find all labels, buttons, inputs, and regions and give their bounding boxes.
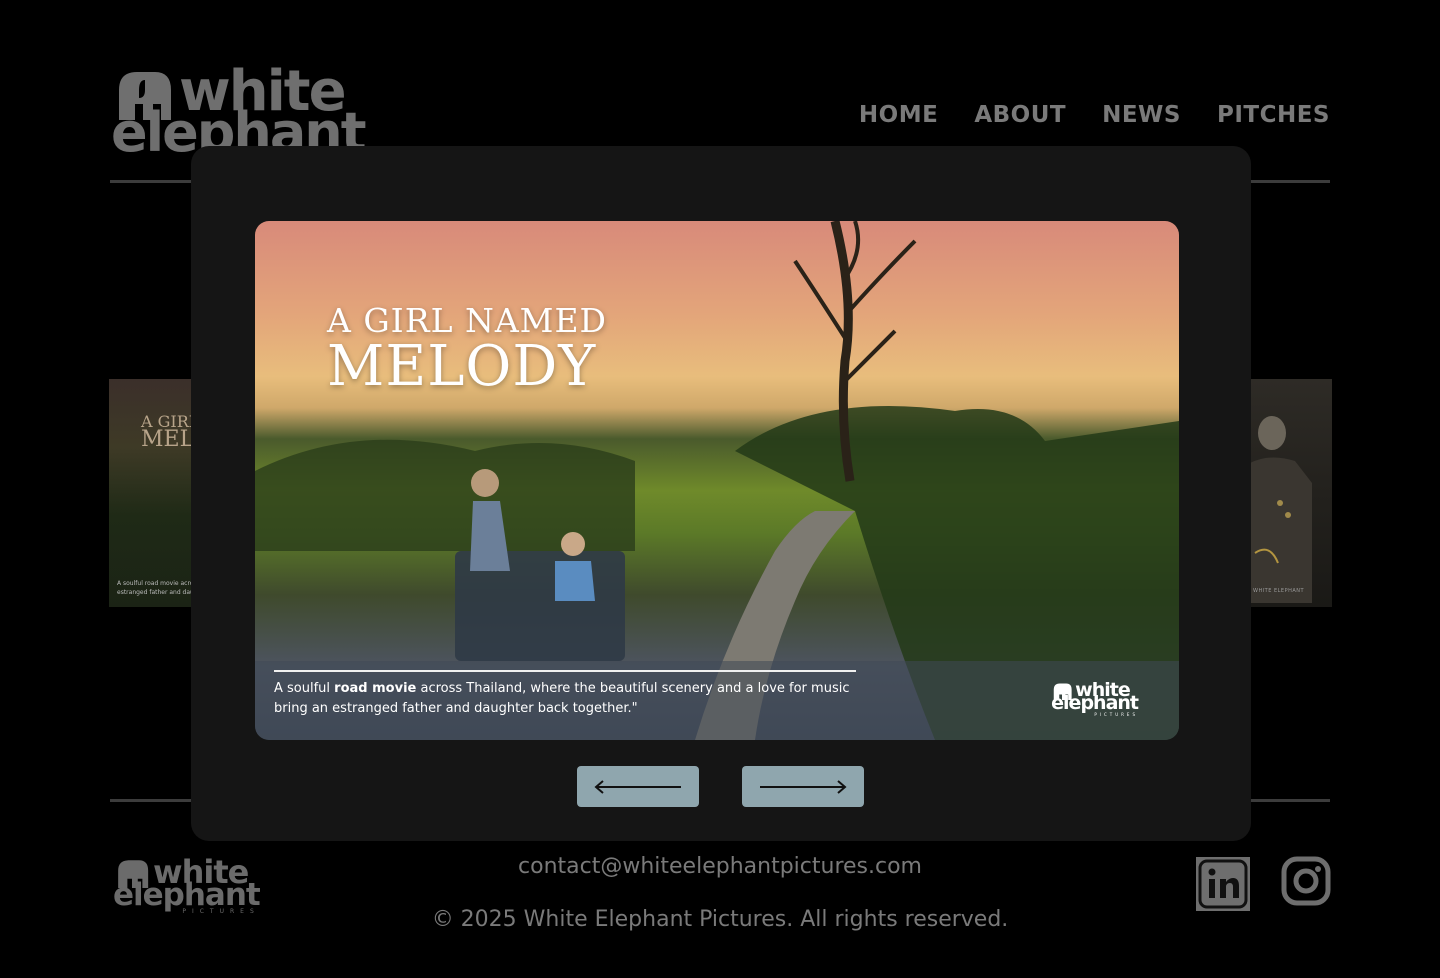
card-caption: WHITE ELEPHANT [1253, 588, 1305, 594]
carousel-card-left[interactable]: A GIRL MEL A soulful road movie acros es… [109, 379, 191, 607]
slide-caption: A soulful road movie across Thailand, wh… [274, 681, 850, 716]
slide-caption-divider [274, 670, 856, 672]
nav-news[interactable]: NEWS [1102, 102, 1181, 128]
arrow-right-icon [760, 779, 847, 794]
next-button[interactable] [742, 766, 864, 807]
main-nav: HOME ABOUT NEWS PITCHES [859, 102, 1330, 128]
card-title-line2: MEL [141, 427, 191, 452]
linkedin-icon[interactable] [1196, 857, 1250, 911]
slide-logo: white elephant PICTURES [1051, 679, 1139, 717]
card-caption-line1: A soulful road movie acros [117, 580, 191, 587]
nav-about[interactable]: ABOUT [974, 102, 1066, 128]
instagram-icon[interactable] [1281, 856, 1331, 906]
carousel-card-right[interactable]: WHITE ELEPHANT [1250, 379, 1332, 607]
caption-highlight: road movie [334, 681, 417, 696]
pitch-modal: A GIRL NAMED MELODY A soulful road movie… [191, 146, 1251, 841]
slide-title-line2: MELODY [327, 334, 597, 399]
pitch-slide: A GIRL NAMED MELODY A soulful road movie… [255, 221, 1179, 740]
nav-pitches[interactable]: PITCHES [1217, 102, 1330, 128]
nav-home[interactable]: HOME [859, 102, 938, 128]
card-caption-line2: estranged father and daugh [117, 589, 191, 596]
arrow-left-icon [594, 779, 681, 794]
portrait-figure [1250, 416, 1312, 603]
slide-scenery [255, 221, 1179, 740]
previous-button[interactable] [577, 766, 699, 807]
